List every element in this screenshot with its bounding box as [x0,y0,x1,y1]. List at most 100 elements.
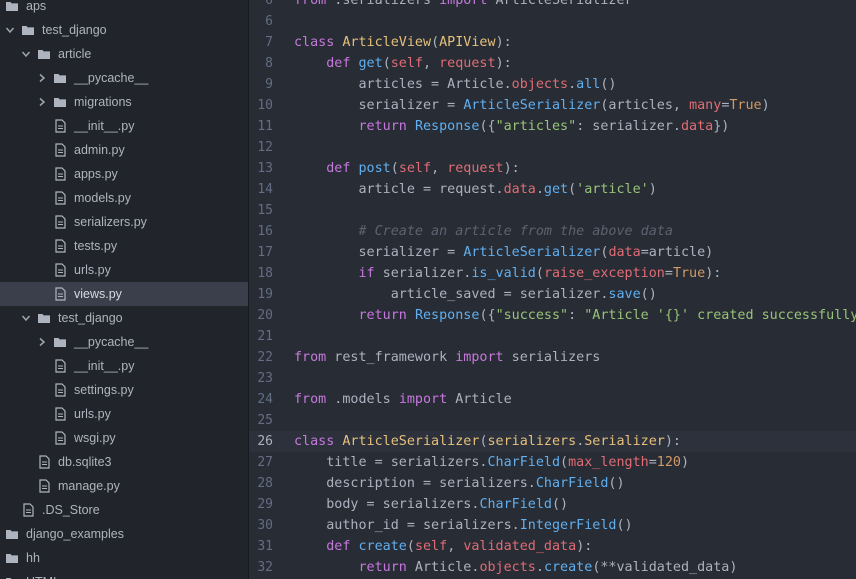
line-number: 19 [257,287,273,302]
code-line[interactable]: 24 from .models import Article [249,389,856,410]
code-line[interactable]: 12 [249,137,856,158]
tree-folder[interactable]: test_django [0,18,248,42]
tree-folder[interactable]: __pycache__ [0,330,248,354]
code-token: data [608,245,641,260]
tree-item-label: apps.py [74,167,118,181]
tree-item-label: hh [26,551,40,565]
code-line[interactable]: 6 from .serializers import ArticleSeriali… [249,0,856,11]
code-line[interactable]: 31 def create(self, validated_data): [249,536,856,557]
tree-file[interactable]: apps.py [0,162,248,186]
code-line[interactable]: 27 title = serializers.CharField(max_len… [249,452,856,473]
code-line[interactable]: 23 [249,368,856,389]
code-text: class ArticleSerializer(serializers.Seri… [294,434,681,449]
tree-file[interactable]: .DS_Store [0,498,248,522]
tree-file[interactable]: settings.py [0,378,248,402]
tree-file[interactable]: db.sqlite3 [0,450,248,474]
tree-file[interactable]: wsgi.py [0,426,248,450]
code-line[interactable]: 6 [249,11,856,32]
line-number: 16 [257,224,273,239]
code-line[interactable]: 30 author_id = serializers.IntegerField(… [249,515,856,536]
code-token: (**validated_data) [592,560,738,575]
code-line[interactable]: 13 def post(self, request): [249,158,856,179]
tree-file[interactable]: models.py [0,186,248,210]
line-number: 28 [257,476,273,491]
code-line[interactable]: 9 articles = Article.objects.all() [249,74,856,95]
code-line[interactable]: 22 from rest_framework import serializers [249,347,856,368]
file-icon [52,167,68,181]
code-line[interactable]: 28 description = serializers.CharField() [249,473,856,494]
code-line[interactable]: 32 return Article.objects.create(**valid… [249,557,856,578]
tree-folder[interactable]: article [0,42,248,66]
code-token: CharField [479,497,552,512]
code-line[interactable]: 19 article_saved = serializer.save() [249,284,856,305]
file-icon [52,215,68,229]
code-token: () [616,518,633,533]
folder-icon [4,527,20,541]
tree-file[interactable]: __init__.py [0,354,248,378]
file-icon [52,359,68,373]
code-line[interactable]: 10 serializer = ArticleSerializer(articl… [249,95,856,116]
tree-file[interactable]: views.py [0,282,248,306]
code-line[interactable]: 29 body = serializers.CharField() [249,494,856,515]
file-icon [36,479,52,493]
chevron-right-icon[interactable] [36,336,48,348]
tree-file[interactable]: tests.py [0,234,248,258]
tree-file[interactable]: admin.py [0,138,248,162]
code-text: def post(self, request): [294,161,520,176]
code-token: # Create an article from the above data [358,224,673,239]
tree-file[interactable]: serializers.py [0,210,248,234]
tree-folder[interactable]: django_examples [0,522,248,546]
code-line[interactable]: 8 def get(self, request): [249,53,856,74]
code-token: from [294,392,327,407]
code-line[interactable]: 7 class ArticleView(APIView): [249,32,856,53]
tree-folder[interactable]: hh [0,546,248,570]
tree-item-label: migrations [74,95,132,109]
code-text: author_id = serializers.IntegerField() [294,518,633,533]
chevron-down-icon[interactable] [4,24,16,36]
code-line[interactable]: 15 [249,200,856,221]
code-line[interactable]: 14 article = request.data.get('article') [249,179,856,200]
chevron-down-icon[interactable] [20,48,32,60]
code-token: Serializer [584,434,665,449]
tree-folder[interactable]: aps [0,0,248,18]
code-line[interactable]: 20 return Response({"success": "Article … [249,305,856,326]
code-token: ( [390,161,399,176]
code-line[interactable]: 26 class ArticleSerializer(serializers.Se… [249,431,856,452]
line-number: 20 [257,308,273,323]
tree-folder[interactable]: __pycache__ [0,66,248,90]
code-line[interactable]: 11 return Response({"articles": serializ… [249,116,856,137]
tree-file[interactable]: manage.py [0,474,248,498]
tree-file[interactable]: __init__.py [0,114,248,138]
tree-file[interactable]: urls.py [0,402,248,426]
chevron-right-icon[interactable] [36,96,48,108]
code-token: IntegerField [519,518,617,533]
chevron-down-icon[interactable] [20,312,32,324]
code-line[interactable]: 18 if serializer.is_valid(raise_exceptio… [249,263,856,284]
chevron-right-icon[interactable] [36,72,48,84]
code-token: () [640,287,657,302]
code-line[interactable]: 16 # Create an article from the above da… [249,221,856,242]
tree-folder[interactable]: migrations [0,90,248,114]
tree-file[interactable]: urls.py [0,258,248,282]
code-token: description = serializers. [294,476,536,491]
tree-item-label: test_django [42,23,107,37]
code-editor[interactable]: 6 from .serializers import ArticleSeriali… [249,0,856,579]
code-line[interactable]: 17 serializer = ArticleSerializer(data=a… [249,242,856,263]
code-token: def [326,161,351,176]
code-line[interactable]: 21 [249,326,856,347]
code-token: request [447,161,504,176]
code-text: return Response({"articles": serializer.… [294,119,730,134]
code-token: rest_framework [326,350,456,365]
tree-item-label: test_django [58,311,123,325]
file-tree-panel: aps test_django article __pycache__ migratio… [0,0,249,579]
line-number: 12 [257,140,273,155]
tree-folder[interactable]: test_django [0,306,248,330]
code-line[interactable]: 25 [249,410,856,431]
tree-folder[interactable]: HTML [0,570,248,579]
code-text: serializer = ArticleSerializer(data=arti… [294,245,713,260]
code-token: CharField [487,455,561,470]
code-text: return Response({"success": "Article '{}… [294,308,856,323]
